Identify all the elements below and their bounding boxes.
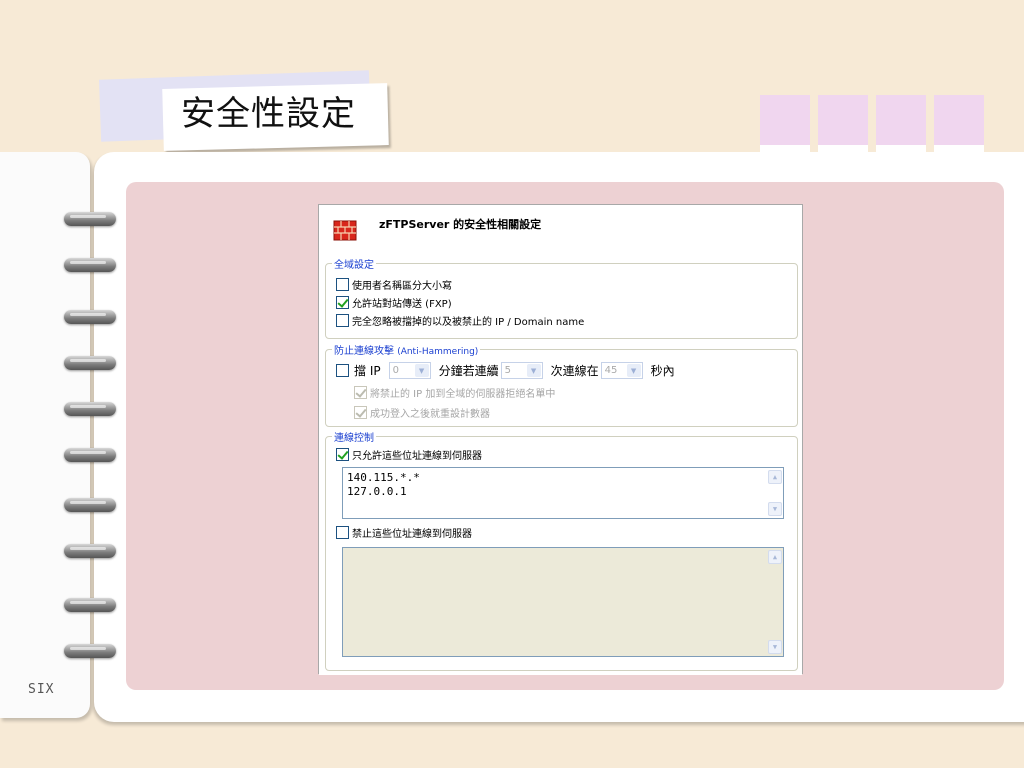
dialog-header: zFTPServer 的安全性相關設定 — [319, 205, 802, 255]
divider-tab — [818, 95, 868, 155]
binder-ring-icon — [64, 598, 116, 612]
fxp-checkbox[interactable] — [336, 296, 349, 309]
option-label: 禁止這些位址連線到伺服器 — [352, 529, 472, 540]
connection-control-group: 連線控制 只允許這些位址連線到伺服器 140.115.*.* 127.0.0.1… — [325, 429, 798, 671]
fxp-option[interactable]: 允許站對站傳送 (FXP) — [336, 295, 452, 310]
binder-ring-icon — [64, 644, 116, 658]
group-label-en: (Anti-Hammering) — [397, 347, 479, 357]
ignore-banned-checkbox[interactable] — [336, 314, 349, 327]
group-label-zh: 防止連線攻擊 — [334, 346, 394, 357]
allow-list-checkbox[interactable] — [336, 448, 349, 461]
count-value: 5 — [504, 365, 511, 376]
divider-tab — [760, 95, 810, 155]
chevron-down-icon[interactable]: ▼ — [626, 364, 641, 377]
option-label: 將禁止的 IP 加到全域的伺服器拒絕名單中 — [370, 389, 556, 400]
option-label: 使用者名稱區分大小寫 — [352, 281, 452, 292]
add-to-global-deny-option[interactable]: 將禁止的 IP 加到全域的伺服器拒絕名單中 — [354, 385, 555, 400]
add-to-global-deny-checkbox[interactable] — [354, 386, 367, 399]
reset-counter-option[interactable]: 成功登入之後就重設計數器 — [354, 405, 490, 420]
seconds-select[interactable]: 45 ▼ — [600, 362, 643, 379]
binder-ring-icon — [64, 448, 116, 462]
seconds-label: 秒內 — [650, 364, 675, 378]
option-label: 成功登入之後就重設計數器 — [370, 409, 490, 420]
binder-ring-icon — [64, 402, 116, 416]
block-ip-checkbox[interactable] — [336, 364, 349, 377]
seconds-value: 45 — [604, 365, 618, 376]
security-settings-dialog: zFTPServer 的安全性相關設定 全域設定 使用者名稱區分大小寫 允許站對… — [318, 204, 803, 675]
scrollbar[interactable]: ▲ ▼ — [767, 548, 783, 656]
reset-counter-checkbox[interactable] — [354, 406, 367, 419]
ignore-banned-option[interactable]: 完全忽略被擋掉的以及被禁止的 IP / Domain name — [336, 313, 584, 328]
allow-list-option[interactable]: 只允許這些位址連線到伺服器 — [336, 447, 482, 462]
minutes-select[interactable]: 0 ▼ — [388, 362, 431, 379]
block-ip-row: 擋 IP 0 ▼ 分鐘若連續 5 ▼ 次連線在 45 ▼ 秒內 — [336, 362, 677, 379]
binder-ring-icon — [64, 356, 116, 370]
count-select[interactable]: 5 ▼ — [500, 362, 543, 379]
chevron-down-icon[interactable]: ▼ — [768, 640, 782, 654]
chevron-up-icon[interactable]: ▲ — [768, 470, 782, 484]
group-label: 連線控制 — [332, 429, 376, 444]
global-settings-group: 全域設定 使用者名稱區分大小寫 允許站對站傳送 (FXP) 完全忽略被擋掉的以及… — [325, 256, 798, 339]
chevron-down-icon[interactable]: ▼ — [768, 502, 782, 516]
count-label: 次連線在 — [550, 364, 599, 378]
group-label: 防止連線攻擊 (Anti-Hammering) — [332, 342, 481, 357]
option-label: 只允許這些位址連線到伺服器 — [352, 451, 482, 462]
divider-tab — [934, 95, 984, 155]
allow-list-textarea[interactable]: 140.115.*.* 127.0.0.1 ▲ ▼ — [342, 467, 784, 519]
chevron-down-icon[interactable]: ▼ — [414, 364, 429, 377]
group-label: 全域設定 — [332, 256, 376, 271]
case-sensitive-option[interactable]: 使用者名稱區分大小寫 — [336, 277, 452, 292]
binder-ring-icon — [64, 310, 116, 324]
chevron-up-icon[interactable]: ▲ — [768, 550, 782, 564]
scrollbar[interactable]: ▲ ▼ — [767, 468, 783, 518]
page-label: SIX — [28, 682, 55, 697]
firewall-icon — [333, 220, 357, 241]
anti-hammering-group: 防止連線攻擊 (Anti-Hammering) 擋 IP 0 ▼ 分鐘若連續 5… — [325, 342, 798, 427]
case-sensitive-checkbox[interactable] — [336, 278, 349, 291]
binder-ring-icon — [64, 544, 116, 558]
deny-list-option[interactable]: 禁止這些位址連線到伺服器 — [336, 525, 472, 540]
chevron-down-icon[interactable]: ▼ — [526, 364, 541, 377]
allow-address: 127.0.0.1 — [347, 485, 407, 498]
option-label: 完全忽略被擋掉的以及被禁止的 IP / Domain name — [352, 317, 585, 328]
minutes-value: 0 — [392, 365, 399, 376]
minutes-label: 分鐘若連續 — [438, 364, 499, 378]
dialog-title: zFTPServer 的安全性相關設定 — [379, 218, 542, 231]
divider-tab — [876, 95, 926, 155]
block-ip-label: 擋 IP — [354, 364, 381, 378]
notebook-left-page — [0, 152, 90, 718]
deny-list-checkbox[interactable] — [336, 526, 349, 539]
binder-ring-icon — [64, 498, 116, 512]
allow-address: 140.115.*.* — [347, 471, 420, 484]
option-label: 允許站對站傳送 (FXP) — [352, 299, 452, 310]
page-title: 安全性設定 — [181, 94, 356, 134]
binder-ring-icon — [64, 212, 116, 226]
binder-ring-icon — [64, 258, 116, 272]
dialog-body: 全域設定 使用者名稱區分大小寫 允許站對站傳送 (FXP) 完全忽略被擋掉的以及… — [319, 251, 802, 675]
deny-list-textarea[interactable]: ▲ ▼ — [342, 547, 784, 657]
